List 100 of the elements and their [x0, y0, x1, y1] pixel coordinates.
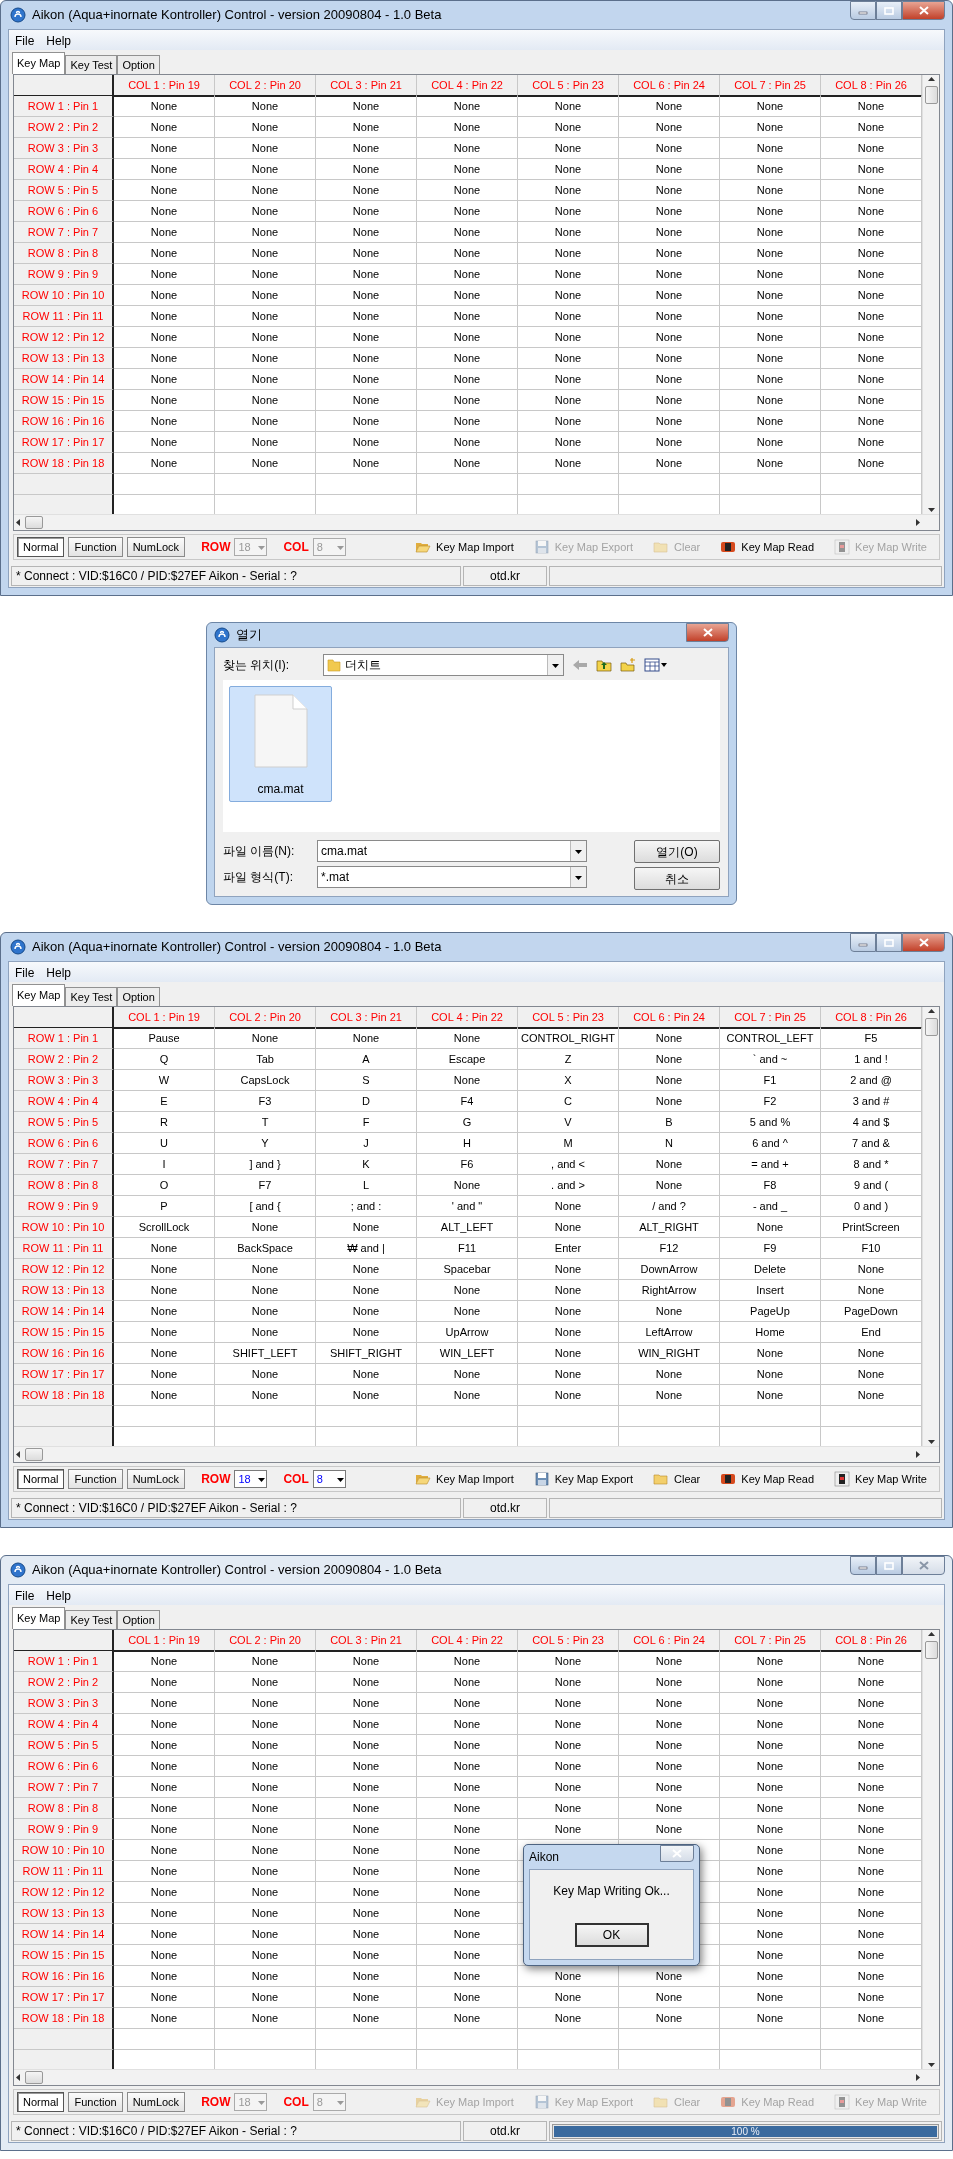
table-cell[interactable]: CONTROL_LEFT — [720, 1028, 821, 1049]
table-cell[interactable]: None — [114, 1924, 215, 1945]
table-cell[interactable]: WIN_LEFT — [417, 1343, 518, 1364]
table-cell[interactable]: None — [316, 453, 417, 474]
table-cell[interactable]: None — [417, 1819, 518, 1840]
table-cell[interactable]: None — [114, 327, 215, 348]
table-cell[interactable]: None — [720, 180, 821, 201]
table-cell[interactable]: None — [215, 1798, 316, 1819]
table-cell[interactable]: P — [114, 1196, 215, 1217]
table-cell[interactable]: None — [720, 1945, 821, 1966]
table-cell[interactable]: RightArrow — [619, 1280, 720, 1301]
table-cell[interactable]: / and ? — [619, 1196, 720, 1217]
table-cell[interactable]: None — [518, 1280, 619, 1301]
menu-item[interactable]: Help — [40, 962, 78, 982]
table-cell[interactable]: None — [215, 96, 316, 117]
table-cell[interactable]: None — [720, 1651, 821, 1672]
table-cell[interactable]: None — [619, 1798, 720, 1819]
table-cell[interactable]: None — [114, 432, 215, 453]
table-cell[interactable]: None — [215, 243, 316, 264]
tab[interactable]: Option — [117, 1610, 160, 1629]
table-cell[interactable]: Spacebar — [417, 1259, 518, 1280]
table-cell[interactable]: None — [619, 1819, 720, 1840]
table-cell[interactable]: C — [518, 1091, 619, 1112]
table-cell[interactable]: None — [316, 117, 417, 138]
tab[interactable]: Option — [117, 987, 160, 1006]
table-cell[interactable]: None — [215, 222, 316, 243]
table-cell[interactable]: None — [316, 1819, 417, 1840]
table-cell[interactable]: DownArrow — [619, 1259, 720, 1280]
table-cell[interactable]: None — [619, 138, 720, 159]
table-cell[interactable]: None — [417, 138, 518, 159]
mode-button[interactable]: Normal — [17, 2092, 65, 2112]
mode-button[interactable]: Function — [68, 2092, 123, 2112]
table-cell[interactable]: None — [518, 2008, 619, 2029]
table-cell[interactable]: None — [619, 285, 720, 306]
table-cell[interactable]: None — [619, 453, 720, 474]
table-cell[interactable]: ₩ and | — [316, 1238, 417, 1259]
table-cell[interactable]: None — [215, 138, 316, 159]
table-cell[interactable]: V — [518, 1112, 619, 1133]
table-cell[interactable]: = and + — [720, 1154, 821, 1175]
table-cell[interactable]: Q — [114, 1049, 215, 1070]
table-cell[interactable]: None — [114, 1259, 215, 1280]
table-cell[interactable]: None — [417, 390, 518, 411]
table-cell[interactable]: None — [417, 1735, 518, 1756]
table-cell[interactable]: None — [417, 2008, 518, 2029]
table-cell[interactable]: None — [417, 369, 518, 390]
table-cell[interactable]: None — [720, 1217, 821, 1238]
table-cell[interactable]: None — [316, 1798, 417, 1819]
table-cell[interactable]: None — [114, 1651, 215, 1672]
table-cell[interactable]: None — [720, 411, 821, 432]
table-cell[interactable]: None — [720, 1861, 821, 1882]
table-cell[interactable]: None — [518, 1301, 619, 1322]
table-cell[interactable]: None — [215, 1259, 316, 1280]
table-cell[interactable]: None — [114, 1238, 215, 1259]
table-cell[interactable]: ALT_RIGHT — [619, 1217, 720, 1238]
table-cell[interactable]: U — [114, 1133, 215, 1154]
table-cell[interactable]: None — [417, 432, 518, 453]
table-cell[interactable]: None — [720, 1735, 821, 1756]
toolbar-button[interactable]: Clear — [650, 1468, 704, 1490]
table-cell[interactable]: None — [316, 1903, 417, 1924]
table-cell[interactable]: N — [619, 1133, 720, 1154]
table-cell[interactable]: None — [114, 285, 215, 306]
table-cell[interactable]: None — [720, 453, 821, 474]
table-cell[interactable]: F12 — [619, 1238, 720, 1259]
table-cell[interactable]: None — [417, 1945, 518, 1966]
table-cell[interactable]: None — [417, 1840, 518, 1861]
table-cell[interactable]: None — [215, 432, 316, 453]
table-cell[interactable]: None — [518, 1987, 619, 2008]
table-cell[interactable]: None — [518, 1693, 619, 1714]
table-cell[interactable]: Tab — [215, 1049, 316, 1070]
toolbar-button[interactable]: Key Map Import — [412, 536, 517, 558]
table-cell[interactable]: None — [720, 222, 821, 243]
table-cell[interactable]: None — [114, 1301, 215, 1322]
table-cell[interactable]: SHIFT_LEFT — [215, 1343, 316, 1364]
table-cell[interactable]: None — [316, 348, 417, 369]
table-cell[interactable]: None — [619, 1777, 720, 1798]
table-cell[interactable]: CapsLock — [215, 1070, 316, 1091]
table-cell[interactable]: None — [518, 1672, 619, 1693]
table-cell[interactable]: O — [114, 1175, 215, 1196]
table-cell[interactable]: None — [417, 411, 518, 432]
table-cell[interactable]: 6 and ^ — [720, 1133, 821, 1154]
table-cell[interactable]: D — [316, 1091, 417, 1112]
table-cell[interactable]: None — [720, 243, 821, 264]
table-cell[interactable]: None — [619, 1693, 720, 1714]
table-cell[interactable]: None — [316, 1714, 417, 1735]
table-cell[interactable]: None — [316, 1301, 417, 1322]
table-cell[interactable]: None — [720, 117, 821, 138]
table-cell[interactable]: None — [720, 1364, 821, 1385]
table-cell[interactable]: - and _ — [720, 1196, 821, 1217]
table-cell[interactable]: None — [518, 1735, 619, 1756]
table-cell[interactable]: None — [316, 1651, 417, 1672]
table-cell[interactable]: None — [215, 1693, 316, 1714]
tab[interactable]: Option — [117, 55, 160, 74]
table-cell[interactable]: Delete — [720, 1259, 821, 1280]
table-cell[interactable]: None — [518, 453, 619, 474]
table-cell[interactable]: None — [720, 2008, 821, 2029]
table-cell[interactable]: SHIFT_RIGHT — [316, 1343, 417, 1364]
table-cell[interactable]: None — [215, 117, 316, 138]
table-cell[interactable]: ` and ~ — [720, 1049, 821, 1070]
table-cell[interactable]: None — [720, 138, 821, 159]
table-cell[interactable]: None — [215, 327, 316, 348]
